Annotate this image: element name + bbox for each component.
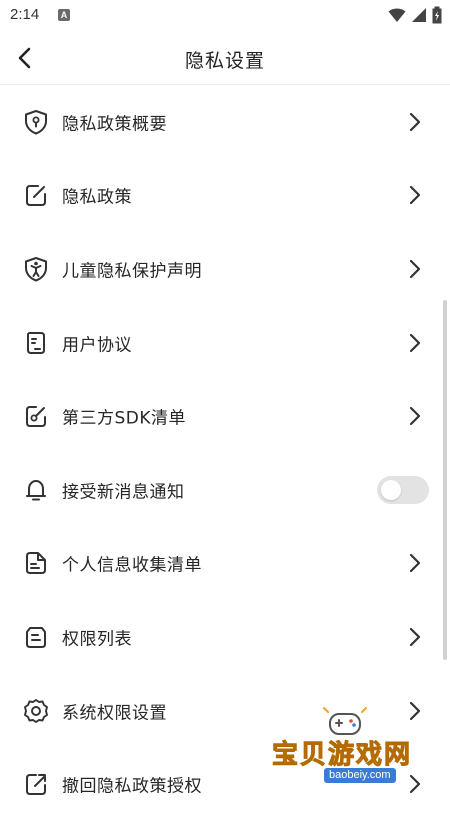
row-label: 权限列表	[62, 629, 132, 650]
notification-badge: A	[58, 9, 70, 21]
status-bar: 2:14 A	[0, 0, 450, 32]
chevron-right-icon	[409, 627, 421, 647]
scrollbar[interactable]	[443, 300, 447, 660]
app-bar: 隐私设置	[0, 32, 450, 85]
row-label: 接受新消息通知	[62, 482, 185, 503]
gear-icon	[24, 698, 48, 723]
sdk-edit-icon	[26, 406, 46, 428]
bell-icon	[26, 479, 46, 501]
row-permission-list[interactable]: 权限列表	[0, 600, 450, 674]
permission-list-icon	[26, 626, 46, 648]
notification-toggle[interactable]	[377, 475, 429, 504]
row-personal-info-list[interactable]: 个人信息收集清单	[0, 527, 450, 601]
watermark-url: baobeiy.com	[324, 768, 396, 783]
chevron-right-icon	[409, 259, 421, 279]
chevron-right-icon	[409, 186, 421, 205]
row-child-privacy[interactable]: 儿童隐私保护声明	[0, 232, 450, 306]
row-user-agreement[interactable]: 用户协议	[0, 306, 450, 380]
row-label: 儿童隐私保护声明	[62, 261, 202, 282]
shield-lock-icon	[25, 109, 47, 135]
document-list-icon	[26, 552, 46, 575]
chevron-right-icon	[409, 333, 421, 352]
page-title: 隐私设置	[184, 50, 265, 72]
row-privacy-summary[interactable]: 隐私政策概要	[0, 85, 450, 159]
agreement-doc-icon	[27, 331, 45, 354]
row-label: 第三方SDK清单	[62, 408, 187, 429]
status-time: 2:14	[10, 6, 40, 23]
row-privacy-policy[interactable]: 隐私政策	[0, 159, 450, 233]
child-shield-icon	[25, 256, 47, 282]
chevron-right-icon	[409, 554, 421, 573]
battery-icon	[432, 6, 442, 24]
row-label: 个人信息收集清单	[62, 555, 202, 576]
external-link-icon	[26, 774, 46, 796]
row-third-party-sdk[interactable]: 第三方SDK清单	[0, 379, 450, 453]
wifi-icon	[388, 8, 406, 22]
chevron-right-icon	[409, 112, 421, 131]
status-icons	[388, 6, 442, 26]
row-label: 用户协议	[62, 335, 132, 356]
chevron-right-icon	[409, 407, 421, 426]
row-label: 隐私政策	[62, 187, 132, 208]
signal-icon	[411, 8, 426, 22]
watermark-text: 宝贝游戏网	[271, 740, 413, 771]
row-label: 系统权限设置	[62, 703, 167, 724]
toggle-knob	[381, 479, 401, 500]
edit-note-icon	[26, 185, 46, 207]
row-message-notification: 接受新消息通知	[0, 453, 450, 527]
row-label: 撤回隐私政策授权	[62, 776, 202, 797]
watermark: 宝贝游戏网 baobeiy.com	[268, 706, 438, 794]
row-label: 隐私政策概要	[62, 114, 167, 135]
